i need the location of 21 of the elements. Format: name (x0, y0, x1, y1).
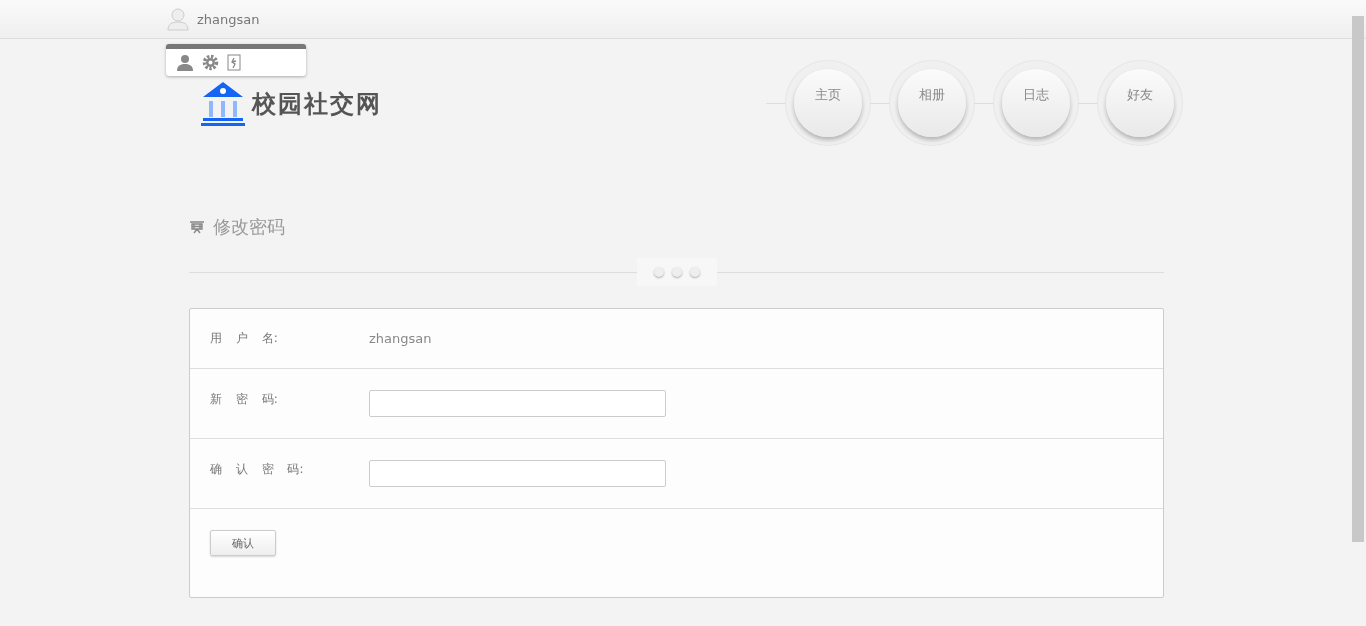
user-avatar-icon[interactable] (167, 7, 189, 31)
building-logo-icon (200, 81, 246, 127)
scrollbar-thumb[interactable] (1352, 16, 1364, 542)
nav-button[interactable]: 相册 (898, 69, 966, 137)
section-title: 修改密码 (213, 215, 285, 239)
field-label: 用 户 名: (210, 330, 279, 347)
nav-button[interactable]: 日志 (1002, 69, 1070, 137)
field-label: 新 密 码: (210, 391, 279, 408)
person-icon[interactable] (176, 54, 194, 71)
password-field[interactable] (369, 460, 666, 487)
nav-button[interactable]: 主页 (794, 69, 862, 137)
site-logo-text: 校园社交网 (252, 88, 382, 120)
password-field[interactable] (369, 390, 666, 417)
nav-button[interactable]: 好友 (1106, 69, 1174, 137)
confirm-button[interactable]: 确认 (210, 530, 276, 556)
lock-sign-icon (189, 220, 205, 234)
username-value: zhangsan (369, 331, 432, 346)
exit-icon[interactable] (227, 54, 241, 71)
settings-icon[interactable] (202, 54, 219, 71)
field-label: 确 认 密 码: (210, 461, 305, 478)
username[interactable]: zhangsan (197, 11, 260, 27)
